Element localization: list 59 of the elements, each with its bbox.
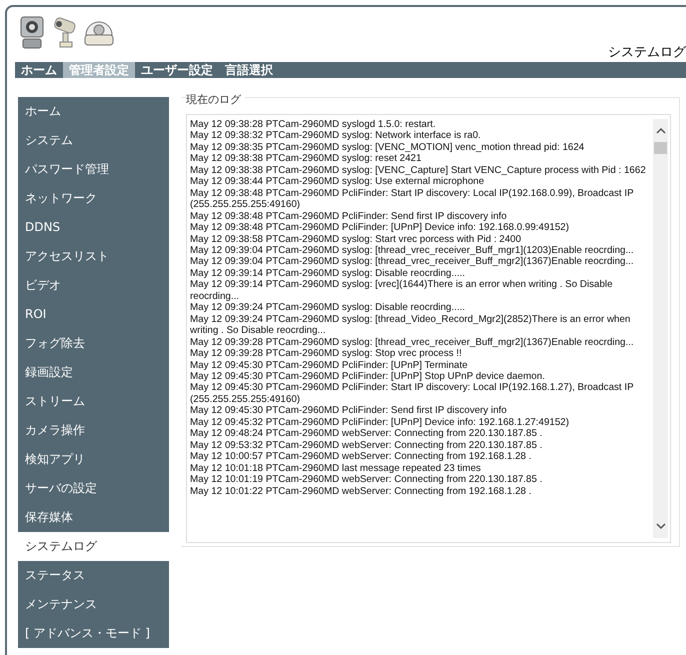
sidebar-item[interactable]: メンテナンス [18, 590, 169, 619]
log-entry: May 12 09:38:32 PTCam-2960MD syslog: Network interface is ra0. [190, 130, 482, 142]
log-entry: May 12 09:39:24 PTCam-2960MD syslog: [thread_Video_Record_Mgr2](2852)There is an error when writing . So Disable reocrding... [190, 314, 632, 337]
sidebar-item[interactable]: ビデオ [18, 271, 169, 300]
log-entry: May 12 09:38:48 PTCam-2960MD PcliFinder: Send first IP discovery info [190, 210, 508, 222]
sidebar-item[interactable]: ROI [18, 300, 169, 329]
sidebar-item[interactable]: ホーム [18, 97, 169, 126]
sidebar-item[interactable]: アクセスリスト [18, 242, 169, 271]
log-entry: May 12 09:45:30 PTCam-2960MD PcliFinder: [UPnP] Terminate [190, 360, 469, 371]
sidebar-item[interactable]: システムログ [18, 532, 169, 561]
log-entry: May 12 09:38:28 PTCam-2960MD syslogd 1.5.0: restart. [190, 119, 437, 130]
log-entry: May 12 09:39:14 PTCam-2960MD syslog: [vrec](1644)There is an error when writing . So Disable reocrding... [190, 279, 614, 302]
log-entry: May 12 09:38:44 PTCam-2960MD syslog: Use external microphone [190, 176, 486, 188]
sidebar-item[interactable]: パスワード管理 [18, 155, 169, 184]
camera-icon [19, 15, 45, 49]
log-entry: May 12 09:39:28 PTCam-2960MD syslog: [thread_vrec_receiver_Buff_mgr2](1367)Enable reocrding... [190, 336, 635, 348]
sidebar-item[interactable]: システム [18, 126, 169, 155]
sidebar-item[interactable]: ストリーム [18, 387, 169, 416]
scroll-up-icon[interactable] [656, 127, 666, 134]
log-entry: May 12 09:45:32 PTCam-2960MD PcliFinder: [UPnP] Device info: 192.168.1.27:49152) [190, 416, 570, 428]
log-entry: May 12 09:39:28 PTCam-2960MD syslog: Stop vrec process !! [190, 348, 463, 360]
log-entry: May 12 09:39:04 PTCam-2960MD syslog: [thread_vrec_receiver_Buff_mgr1](1203)Enable reocrding... [190, 244, 635, 256]
log-entry: May 12 09:38:48 PTCam-2960MD PcliFinder: [UPnP] Device info: 192.168.0.99:49152) [190, 222, 570, 234]
log-entry: May 12 09:38:38 PTCam-2960MD syslog: [VENC_Capture] Start VENC_Capture process with Pid : 1662 [190, 164, 647, 176]
log-entry: May 12 09:45:30 PTCam-2960MD PcliFinder: Start IP discovery: Local IP(192.168.1.27), Broadcast IP (255.255.255.255:49160) [190, 382, 634, 406]
log-entry: May 12 09:39:24 PTCam-2960MD syslog: Disable reocrding..... [190, 302, 466, 314]
sidebar-item[interactable]: サーバの設定 [18, 474, 169, 503]
log-entry: May 12 09:38:58 PTCam-2960MD syslog: Start vrec porcess with Pid : 2400 [190, 234, 522, 245]
log-entry: May 12 09:39:14 PTCam-2960MD syslog: Disable reocrding..... [190, 268, 466, 280]
log-entry: May 12 10:01:19 PTCam-2960MD webServer: Connecting from 220.130.187.85 . [190, 474, 544, 486]
scroll-thumb[interactable] [654, 142, 667, 154]
log-entry: May 12 10:00:57 PTCam-2960MD webServer: Connecting from 192.168.1.28 . [190, 451, 532, 463]
sidebar-item[interactable]: 検知アプリ [18, 445, 169, 474]
sidebar-item[interactable]: [ アドバンス・モード ] [18, 619, 169, 648]
sidebar-item[interactable]: フォグ除去 [18, 329, 169, 358]
sidebar-item[interactable]: 保存媒体 [18, 503, 169, 532]
sidebar-item[interactable]: DDNS [18, 213, 169, 242]
log-entry: May 12 09:48:24 PTCam-2960MD webServer: Connecting from 220.130.187.85 . [190, 428, 544, 440]
nav-tab[interactable]: 言語選択 [219, 62, 279, 78]
scrollbar[interactable] [653, 119, 668, 538]
page-title: システムログ [608, 44, 686, 62]
sidebar-item[interactable]: カメラ操作 [18, 416, 169, 445]
panel-legend: 現在のログ [186, 92, 245, 107]
log-entry: May 12 09:53:32 PTCam-2960MD webServer: Connecting from 220.130.187.85 . [190, 440, 544, 452]
log-entry: May 12 09:38:35 PTCam-2960MD syslog: [VENC_MOTION] venc_motion thread pid: 1624 [190, 142, 586, 154]
scroll-down-icon[interactable] [656, 523, 666, 530]
nav-tab[interactable]: ユーザー設定 [135, 62, 219, 78]
camera-icon [51, 15, 77, 49]
nav-tab[interactable]: ホーム [15, 62, 63, 78]
log-entry: May 12 10:01:22 PTCam-2960MD webServer: Connecting from 192.168.1.28 . [190, 486, 532, 497]
log-entry: May 12 09:38:38 PTCam-2960MD syslog: reset 2421 [190, 153, 422, 165]
log-entry: May 12 09:45:30 PTCam-2960MD PcliFinder: Send first IP discovery info [190, 405, 508, 417]
sidebar-item[interactable]: ステータス [18, 561, 169, 590]
sidebar-item[interactable]: ネットワーク [18, 184, 169, 213]
log-entry: May 12 09:38:48 PTCam-2960MD PcliFinder: Start IP discovery: Local IP(192.168.0.99), Broadcast IP (255.255.255.255:49160) [190, 188, 634, 211]
log-entry: May 12 09:39:04 PTCam-2960MD syslog: [thread_vrec_receiver_Buff_mgr2](1367)Enable reocrding... [190, 256, 635, 268]
sidebar-item[interactable]: 録画設定 [18, 358, 169, 387]
log-entry: May 12 09:45:30 PTCam-2960MD PcliFinder: [UPnP] Stop UPnP device daemon. [190, 370, 546, 382]
log-entry: May 12 10:01:18 PTCam-2960MD last message repeated 23 times [190, 462, 482, 474]
